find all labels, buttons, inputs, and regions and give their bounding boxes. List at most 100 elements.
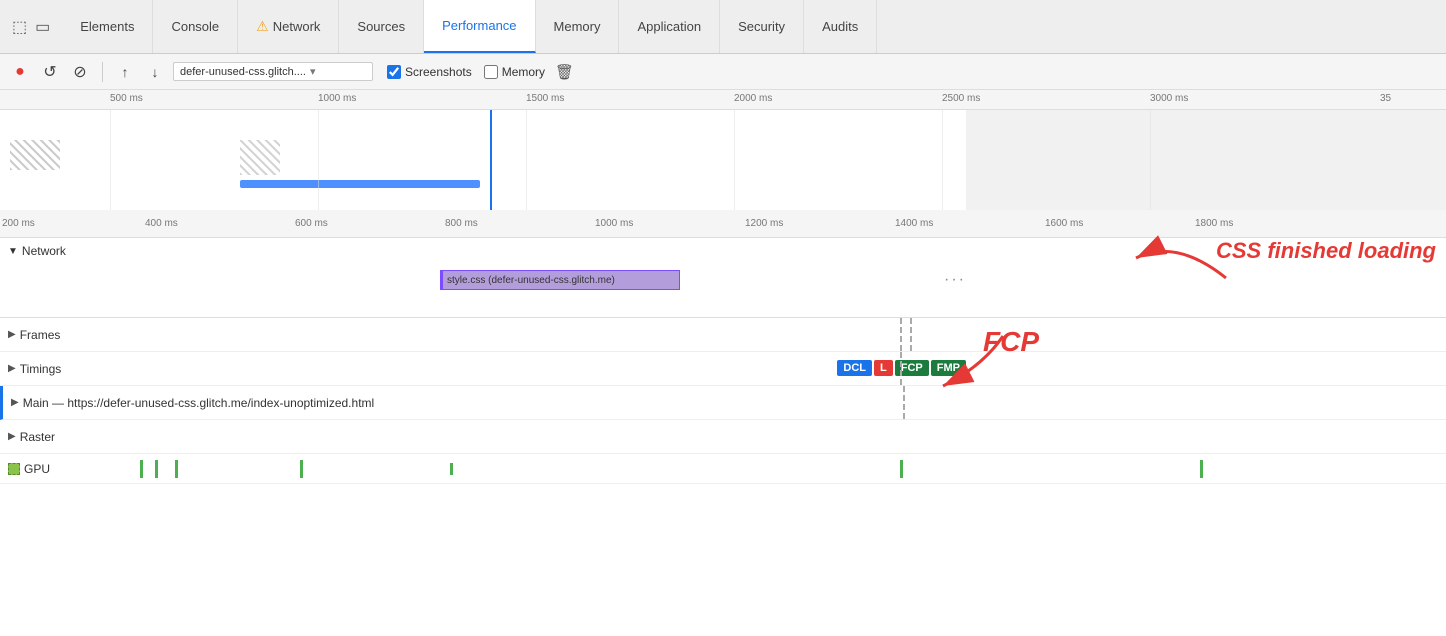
tab-performance[interactable]: Performance xyxy=(424,0,535,53)
ruler-tick-1000: 1000 ms xyxy=(318,90,356,104)
gpu-bar-4 xyxy=(300,460,303,478)
upload-button[interactable]: ↑ xyxy=(113,60,137,84)
gpu-bar-5 xyxy=(450,463,453,475)
flame-shape-2 xyxy=(240,140,280,175)
gpu-color-box xyxy=(8,463,20,475)
badge-fmp: FMP xyxy=(931,360,966,376)
lower-ruler: 200 ms 400 ms 600 ms 800 ms 1000 ms 1200… xyxy=(0,210,1446,238)
download-button[interactable]: ↓ xyxy=(143,60,167,84)
stop-button[interactable]: ⊘ xyxy=(68,60,92,84)
css-resource-bar[interactable]: style.css (defer-unused-css.glitch.me) xyxy=(440,270,680,290)
frames-label: Frames xyxy=(20,328,61,342)
timings-label: Timings xyxy=(20,362,62,376)
raster-row[interactable]: ▶ Raster xyxy=(0,420,1446,454)
ruler-low-400: 400 ms xyxy=(145,218,178,229)
tab-memory[interactable]: Memory xyxy=(536,0,620,53)
url-dropdown[interactable]: defer-unused-css.glitch.... ▾ xyxy=(173,62,373,81)
network-label: Network xyxy=(22,244,66,258)
gray-region xyxy=(966,110,1446,210)
memory-checkbox-label[interactable]: Memory xyxy=(484,65,545,79)
three-dots: ··· xyxy=(944,271,966,289)
ruler-low-800: 800 ms xyxy=(445,218,478,229)
dashed-line-main xyxy=(903,386,905,419)
ruler-low-1800: 1800 ms xyxy=(1195,218,1233,229)
network-timeline-bar xyxy=(240,180,480,188)
timings-arrow: ▶ xyxy=(8,363,16,374)
gpu-bar-1 xyxy=(140,460,143,478)
memory-checkbox[interactable] xyxy=(484,65,498,79)
timings-row[interactable]: ▶ Timings DCL L FCP FMP xyxy=(0,352,1446,386)
tab-audits[interactable]: Audits xyxy=(804,0,877,53)
screenshots-checkbox-label[interactable]: Screenshots xyxy=(387,65,472,79)
ruler-tick-1500: 1500 ms xyxy=(526,90,564,104)
memory-label: Memory xyxy=(502,65,545,79)
separator1 xyxy=(102,62,103,82)
gpu-row[interactable]: GPU xyxy=(0,454,1446,484)
main-label: Main — https://defer-unused-css.glitch.m… xyxy=(23,396,375,410)
url-text: defer-unused-css.glitch.... xyxy=(180,66,306,78)
ruler-tick-500: 500 ms xyxy=(110,90,143,104)
tab-bar: ⬚ ▭ Elements Console ⚠ Network Sources P… xyxy=(0,0,1446,54)
ruler-low-1200: 1200 ms xyxy=(745,218,783,229)
css-bar-text: style.css (defer-unused-css.glitch.me) xyxy=(447,275,615,286)
network-arrow: ▼ xyxy=(8,246,18,257)
vline-1000 xyxy=(318,110,319,210)
ruler-low-1400: 1400 ms xyxy=(895,218,933,229)
device-icon[interactable]: ▭ xyxy=(35,17,50,37)
vline-3000 xyxy=(1150,110,1151,210)
tab-security[interactable]: Security xyxy=(720,0,804,53)
badge-dcl: DCL xyxy=(837,360,872,376)
ruler-low-1000: 1000 ms xyxy=(595,218,633,229)
dropdown-arrow: ▾ xyxy=(310,65,316,78)
gpu-bar-3 xyxy=(175,460,178,478)
vline-1500 xyxy=(526,110,527,210)
refresh-button[interactable]: ↺ xyxy=(38,60,62,84)
gpu-bar-7 xyxy=(1200,460,1203,478)
ruler-tick-3000: 3000 ms xyxy=(1150,90,1188,104)
vline-500 xyxy=(110,110,111,210)
tab-application[interactable]: Application xyxy=(619,0,720,53)
top-ruler: 500 ms 1000 ms 1500 ms 2000 ms 2500 ms 3… xyxy=(0,90,1446,110)
main-arrow: ▶ xyxy=(11,397,19,408)
vline-2000 xyxy=(734,110,735,210)
ruler-low-1600: 1600 ms xyxy=(1045,218,1083,229)
raster-arrow: ▶ xyxy=(8,431,16,442)
tab-network[interactable]: ⚠ Network xyxy=(238,0,339,53)
badge-l: L xyxy=(874,360,893,376)
gpu-bars-container xyxy=(100,454,1446,483)
main-content: 500 ms 1000 ms 1500 ms 2000 ms 2500 ms 3… xyxy=(0,90,1446,636)
warn-icon: ⚠ xyxy=(256,18,269,35)
gpu-bar-2 xyxy=(155,460,158,478)
ruler-tick-35: 35 xyxy=(1380,90,1391,104)
ruler-tick-2000: 2000 ms xyxy=(734,90,772,104)
raster-label: Raster xyxy=(20,430,55,444)
dashed-line-2 xyxy=(910,318,912,351)
network-section: ▼ Network style.css (defer-unused-css.gl… xyxy=(0,238,1446,318)
ruler-low-200: 200 ms xyxy=(2,218,35,229)
checkbox-group: Screenshots Memory xyxy=(387,65,545,79)
record-button[interactable]: ● xyxy=(8,60,32,84)
tab-sources[interactable]: Sources xyxy=(339,0,424,53)
ruler-tick-2500: 2500 ms xyxy=(942,90,980,104)
ruler-low-600: 600 ms xyxy=(295,218,328,229)
playhead-line[interactable] xyxy=(490,110,492,210)
main-row[interactable]: ▶ Main — https://defer-unused-css.glitch… xyxy=(0,386,1446,420)
gpu-label: GPU xyxy=(8,462,50,476)
tab-console[interactable]: Console xyxy=(153,0,238,53)
dashed-line-timings xyxy=(900,352,902,385)
bottom-panel: ▶ Frames ▶ Timings DCL L FCP FMP ▶ Main … xyxy=(0,318,1446,636)
trash-button[interactable]: 🗑 xyxy=(555,63,574,81)
network-item-row: style.css (defer-unused-css.glitch.me) ·… xyxy=(0,264,1446,296)
tab-elements[interactable]: Elements xyxy=(62,0,153,53)
screenshots-checkbox[interactable] xyxy=(387,65,401,79)
dashed-line-1 xyxy=(900,318,902,351)
toolbar: ● ↺ ⊘ ↑ ↓ defer-unused-css.glitch.... ▾ … xyxy=(0,54,1446,90)
gpu-text: GPU xyxy=(24,462,50,476)
network-section-header[interactable]: ▼ Network xyxy=(0,238,1446,264)
timeline-graph xyxy=(0,110,1446,210)
flame-shape-1 xyxy=(10,140,60,170)
cursor-icon[interactable]: ⬚ xyxy=(12,17,27,37)
frames-row[interactable]: ▶ Frames xyxy=(0,318,1446,352)
gpu-bar-6 xyxy=(900,460,903,478)
vline-2500 xyxy=(942,110,943,210)
